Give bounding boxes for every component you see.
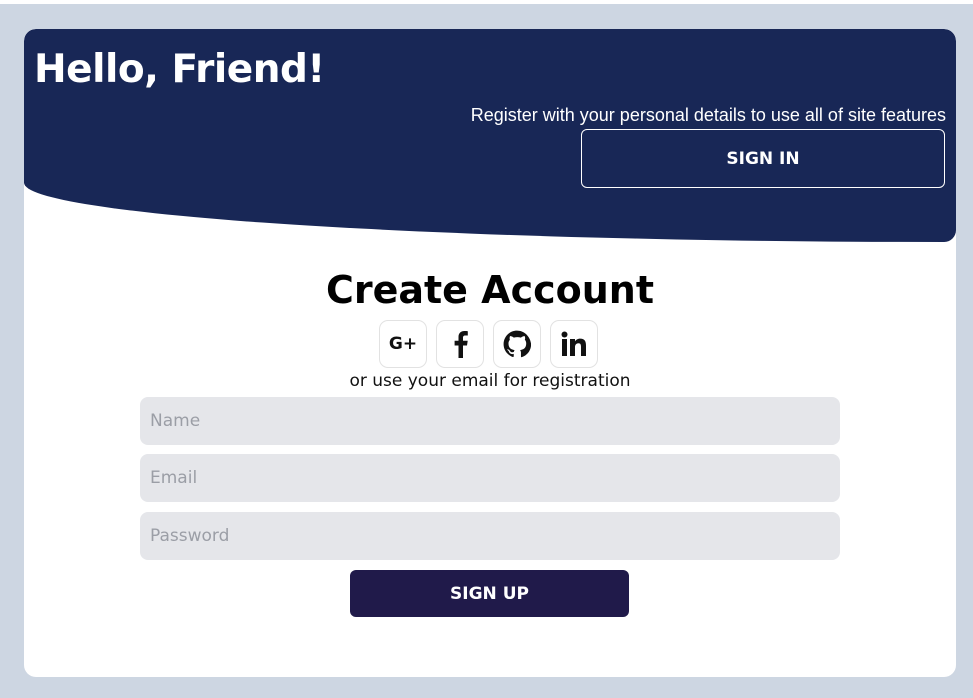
facebook-icon (450, 330, 470, 358)
name-input[interactable] (140, 397, 840, 445)
google-plus-icon: G+ (388, 334, 418, 354)
linkedin-button[interactable] (550, 320, 598, 368)
top-strip (0, 0, 973, 4)
create-account-title: Create Account (325, 268, 655, 312)
email-registration-hint: or use your email for registration (349, 371, 631, 391)
sign-up-button[interactable]: SIGN UP (350, 570, 629, 617)
welcome-banner: Hello, Friend! Register with your person… (24, 29, 956, 242)
email-input[interactable] (140, 454, 840, 502)
facebook-button[interactable] (436, 320, 484, 368)
linkedin-icon (561, 331, 587, 357)
github-button[interactable] (493, 320, 541, 368)
google-plus-button[interactable]: G+ (379, 320, 427, 368)
greeting-heading: Hello, Friend! (34, 47, 325, 92)
banner-subtitle: Register with your personal details to u… (470, 105, 946, 125)
social-login-row: G+ (379, 320, 598, 368)
github-icon (503, 330, 531, 358)
password-input[interactable] (140, 512, 840, 560)
auth-card: Hello, Friend! Register with your person… (24, 29, 956, 677)
sign-in-button[interactable]: SIGN IN (581, 129, 945, 188)
